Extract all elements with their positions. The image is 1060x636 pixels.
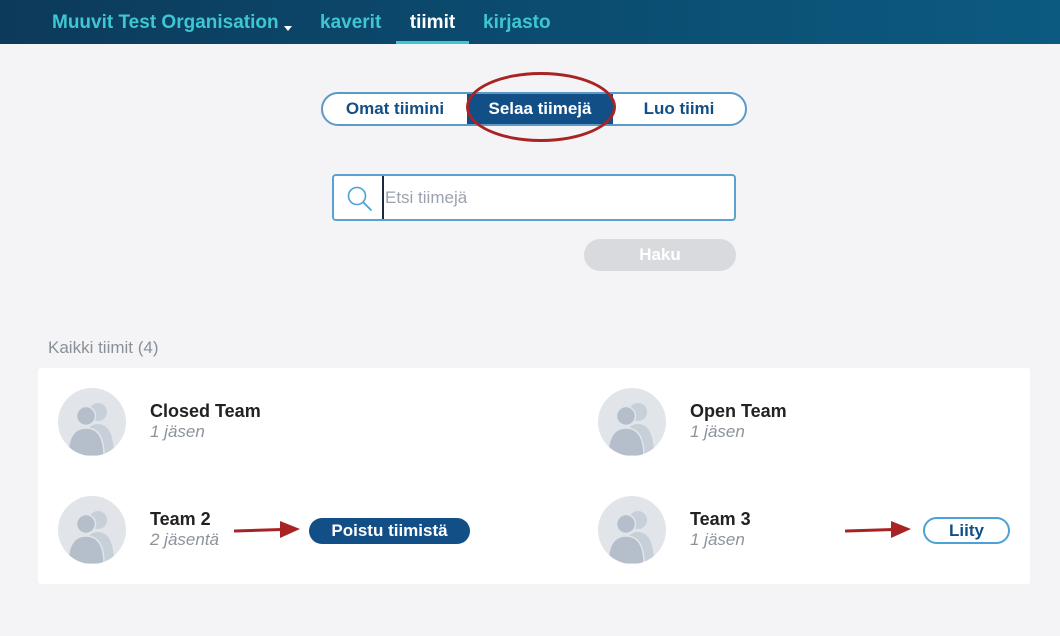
teams-view-switcher: Omat tiimini Selaa tiimejä Luo tiimi xyxy=(321,92,747,126)
team-avatar-icon xyxy=(58,496,126,564)
nav-item-tiimit[interactable]: tiimit xyxy=(396,0,469,44)
team-avatar-icon xyxy=(598,388,666,456)
top-navigation-bar: Muuvit Test Organisation kaverit tiimit … xyxy=(0,0,1060,44)
search-box xyxy=(332,174,736,221)
nav-item-kaverit[interactable]: kaverit xyxy=(320,0,381,44)
team-avatar-icon xyxy=(598,496,666,564)
search-icon[interactable] xyxy=(346,185,374,213)
team-member-count: 1 jäsen xyxy=(150,422,205,441)
tab-own-teams[interactable]: Omat tiimini xyxy=(323,94,467,124)
team-member-count: 1 jäsen xyxy=(690,422,745,441)
team-name: Closed Team xyxy=(150,401,261,421)
tab-create-team[interactable]: Luo tiimi xyxy=(613,94,745,124)
section-title: Kaikki tiimit (4) xyxy=(48,338,159,357)
leave-team-button[interactable]: Poistu tiimistä xyxy=(309,518,470,544)
nav-item-kirjasto[interactable]: kirjasto xyxy=(483,0,551,44)
team-avatar-icon xyxy=(58,388,126,456)
team-member-count: 1 jäsen xyxy=(690,530,745,549)
team-name: Team 2 xyxy=(150,509,211,529)
search-input[interactable] xyxy=(385,176,730,219)
team-name: Team 3 xyxy=(690,509,751,529)
search-divider xyxy=(382,176,384,219)
teams-panel: Closed Team 1 jäsen Open Team 1 jäsen Te… xyxy=(38,368,1030,584)
active-tab-indicator xyxy=(396,41,469,44)
nav-item-tiimit-label: tiimit xyxy=(409,12,456,33)
caret-down-icon[interactable] xyxy=(284,26,292,31)
team-name: Open Team xyxy=(690,401,787,421)
join-team-button[interactable]: Liity xyxy=(923,517,1010,544)
team-member-count: 2 jäsentä xyxy=(150,530,219,549)
search-button[interactable]: Haku xyxy=(584,239,736,271)
tab-browse-teams[interactable]: Selaa tiimejä xyxy=(467,94,613,124)
team-item[interactable]: Open Team 1 jäsen xyxy=(578,388,1038,458)
organisation-selector[interactable]: Muuvit Test Organisation xyxy=(52,0,279,44)
team-item[interactable]: Closed Team 1 jäsen xyxy=(38,388,498,458)
